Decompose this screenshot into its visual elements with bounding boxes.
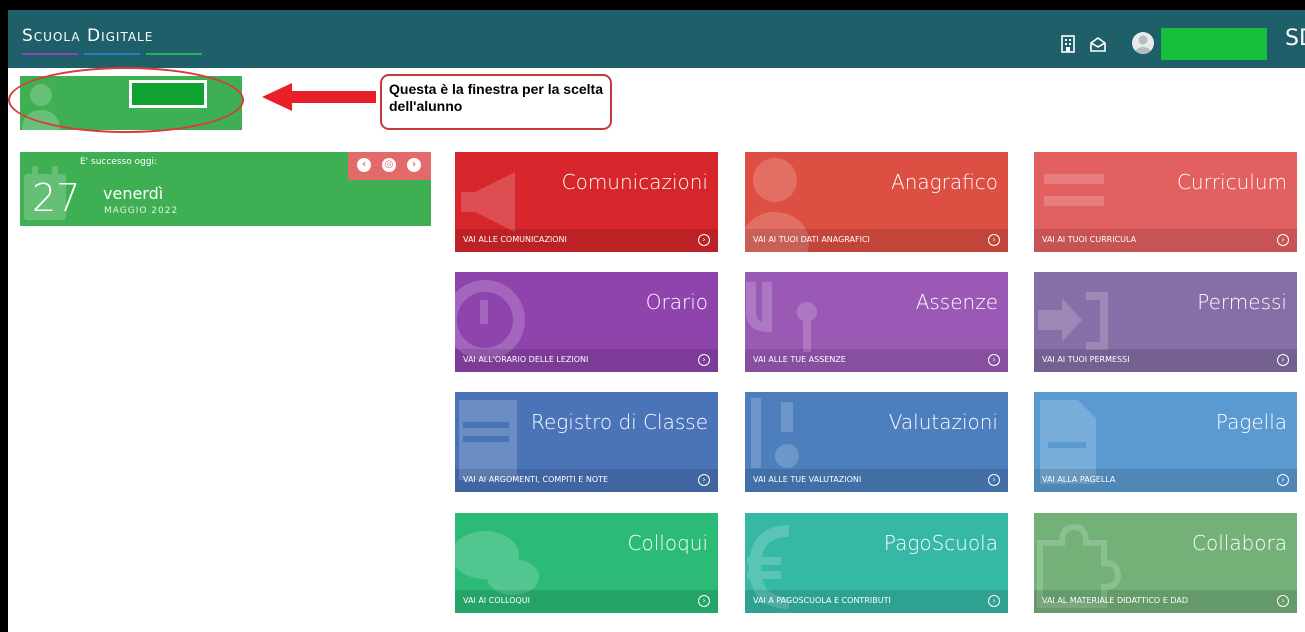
tile-title: Collabora xyxy=(1192,531,1287,555)
tile-title: PagoScuola xyxy=(883,531,998,555)
building-icon[interactable] xyxy=(1059,35,1077,53)
arrow-circle-right-icon: › xyxy=(698,474,710,486)
arrow-circle-right-icon: › xyxy=(1277,474,1289,486)
tile-permessi[interactable]: Permessi VAI AI TUOI PERMESSI › xyxy=(1034,272,1297,372)
tile-footer-label: VAI AL MATERIALE DIDATTICO E DAD xyxy=(1042,596,1189,605)
tile-anagrafico[interactable]: Anagrafico VAI AI TUOI DATI ANAGRAFICI › xyxy=(745,152,1008,252)
envelope-open-icon[interactable] xyxy=(1089,35,1107,53)
arrow-left-icon[interactable]: ‹ xyxy=(357,158,371,172)
arrow-circle-right-icon: › xyxy=(1277,595,1289,607)
arrow-circle-right-icon: › xyxy=(1277,234,1289,246)
today-widget: E' successo oggi: 27 venerdì MAGGIO 2022… xyxy=(20,152,431,226)
tile-footer-label: VAI ALL'ORARIO DELLE LEZIONI xyxy=(463,355,589,364)
tile-footer-label: VAI AI TUOI DATI ANAGRAFICI xyxy=(753,235,870,244)
arrow-circle-right-icon: › xyxy=(698,595,710,607)
window-frame-top xyxy=(0,0,1305,10)
tile-footer[interactable]: VAI AI ARGOMENTI, COMPITI E NOTE › xyxy=(455,469,718,492)
tile-footer[interactable]: VAI ALLA PAGELLA › xyxy=(1034,469,1297,492)
tile-footer-label: VAI ALLE COMUNICAZIONI xyxy=(463,235,567,244)
annotation-arrow xyxy=(262,83,376,111)
arrow-circle-right-icon: › xyxy=(988,595,1000,607)
tile-title: Pagella xyxy=(1215,410,1287,434)
logo-underline xyxy=(22,53,202,56)
annotation-ellipse xyxy=(8,67,244,133)
annotation-callout: Questa è la finestra per la scelta dell'… xyxy=(380,74,612,130)
month-year: MAGGIO 2022 xyxy=(104,206,179,216)
weekday: venerdì xyxy=(103,184,164,203)
today-title: E' successo oggi: xyxy=(80,157,158,167)
target-icon[interactable]: ◎ xyxy=(382,158,396,172)
tile-title: Assenze xyxy=(915,290,998,314)
tile-comunicazioni[interactable]: Comunicazioni VAI ALLE COMUNICAZIONI › xyxy=(455,152,718,252)
tile-pagoscuola[interactable]: PagoScuola VAI A PAGOSCUOLA E CONTRIBUTI… xyxy=(745,513,1008,613)
tile-footer[interactable]: VAI AL MATERIALE DIDATTICO E DAD › xyxy=(1034,590,1297,613)
tile-footer-label: VAI AI TUOI CURRICULA xyxy=(1042,235,1137,244)
tile-footer[interactable]: VAI ALL'ORARIO DELLE LEZIONI › xyxy=(455,349,718,372)
tile-orario[interactable]: Orario VAI ALL'ORARIO DELLE LEZIONI › xyxy=(455,272,718,372)
tile-curriculum[interactable]: Curriculum VAI AI TUOI CURRICULA › xyxy=(1034,152,1297,252)
tile-footer[interactable]: VAI ALLE COMUNICAZIONI › xyxy=(455,229,718,252)
arrow-circle-right-icon: › xyxy=(698,354,710,366)
tile-title: Comunicazioni xyxy=(561,170,708,194)
tile-footer[interactable]: VAI A PAGOSCUOLA E CONTRIBUTI › xyxy=(745,590,1008,613)
arrow-circle-right-icon: › xyxy=(988,234,1000,246)
tile-footer[interactable]: VAI AI TUOI PERMESSI › xyxy=(1034,349,1297,372)
brand-short-logo: SD xyxy=(1285,26,1305,51)
arrow-circle-right-icon: › xyxy=(988,354,1000,366)
app-logo[interactable]: Scuola Digitale xyxy=(22,26,153,46)
tile-title: Valutazioni xyxy=(888,410,998,434)
tile-colloqui[interactable]: Colloqui VAI AI COLLOQUI › xyxy=(455,513,718,613)
user-name-redacted[interactable] xyxy=(1161,28,1267,60)
day-number: 27 xyxy=(32,176,81,220)
tile-title: Orario xyxy=(645,290,708,314)
tile-footer-label: VAI AI TUOI PERMESSI xyxy=(1042,355,1130,364)
tile-footer[interactable]: VAI ALLE TUE VALUTAZIONI › xyxy=(745,469,1008,492)
arrow-circle-right-icon: › xyxy=(698,234,710,246)
window-frame-left xyxy=(0,0,8,632)
top-navbar: Scuola Digitale SD xyxy=(8,10,1305,68)
tile-title: Curriculum xyxy=(1176,170,1287,194)
tile-footer[interactable]: VAI ALLE TUE ASSENZE › xyxy=(745,349,1008,372)
tile-footer-label: VAI AI ARGOMENTI, COMPITI E NOTE xyxy=(463,475,609,484)
tile-footer-label: VAI AI COLLOQUI xyxy=(463,596,531,605)
tile-title: Permessi xyxy=(1197,290,1287,314)
tile-pagella[interactable]: Pagella VAI ALLA PAGELLA › xyxy=(1034,392,1297,492)
arrow-right-icon[interactable]: › xyxy=(407,158,421,172)
avatar-icon[interactable] xyxy=(1132,32,1154,54)
tile-footer-label: VAI ALLE TUE ASSENZE xyxy=(753,355,846,364)
tile-valutazioni[interactable]: Valutazioni VAI ALLE TUE VALUTAZIONI › xyxy=(745,392,1008,492)
date-navigation: ‹ ◎ › xyxy=(348,152,431,180)
tile-registro-di-classe[interactable]: Registro di Classe VAI AI ARGOMENTI, COM… xyxy=(455,392,718,492)
tile-title: Registro di Classe xyxy=(530,410,708,434)
tile-title: Colloqui xyxy=(627,531,708,555)
arrow-circle-right-icon: › xyxy=(1277,354,1289,366)
arrow-circle-right-icon: › xyxy=(988,474,1000,486)
tile-title: Anagrafico xyxy=(891,170,998,194)
tile-footer-label: VAI ALLA PAGELLA xyxy=(1042,475,1116,484)
tile-assenze[interactable]: Assenze VAI ALLE TUE ASSENZE › xyxy=(745,272,1008,372)
tile-footer[interactable]: VAI AI TUOI DATI ANAGRAFICI › xyxy=(745,229,1008,252)
tile-footer-label: VAI A PAGOSCUOLA E CONTRIBUTI xyxy=(753,596,891,605)
tile-footer[interactable]: VAI AI COLLOQUI › xyxy=(455,590,718,613)
tile-footer[interactable]: VAI AI TUOI CURRICULA › xyxy=(1034,229,1297,252)
tile-footer-label: VAI ALLE TUE VALUTAZIONI xyxy=(753,475,862,484)
tile-collabora[interactable]: Collabora VAI AL MATERIALE DIDATTICO E D… xyxy=(1034,513,1297,613)
